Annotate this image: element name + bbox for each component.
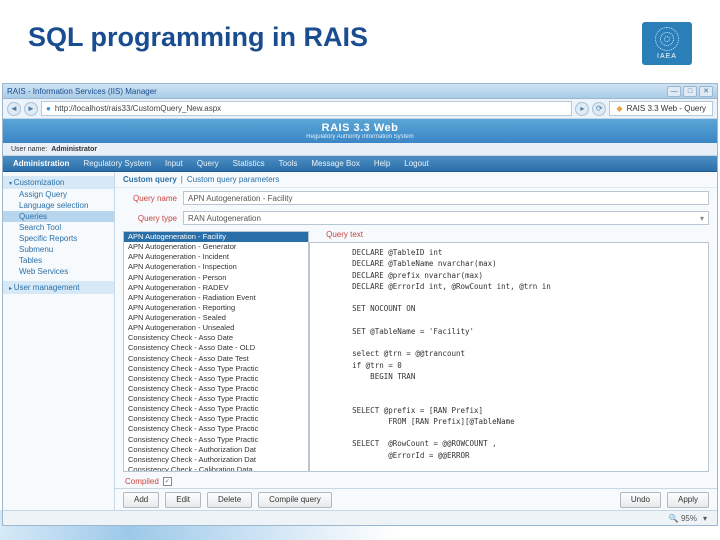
minimize-button[interactable]: — xyxy=(667,86,681,97)
list-item[interactable]: APN Autogeneration - Sealed xyxy=(124,313,308,323)
list-item[interactable]: APN Autogeneration - Incident xyxy=(124,252,308,262)
menu-query[interactable]: Query xyxy=(197,159,219,168)
sidebar-section-customization[interactable]: Customization xyxy=(3,176,114,189)
undo-button[interactable]: Undo xyxy=(620,492,661,508)
apply-button[interactable]: Apply xyxy=(667,492,709,508)
forward-button[interactable]: ► xyxy=(24,102,38,116)
iaea-logo: IAEA xyxy=(642,22,692,65)
address-bar[interactable]: ●http://localhost/rais33/CustomQuery_New… xyxy=(41,101,572,116)
breadcrumb: Custom query | Custom query parameters xyxy=(115,172,717,188)
back-button[interactable]: ◄ xyxy=(7,102,21,116)
maximize-button[interactable]: □ xyxy=(683,86,697,97)
app-header: RAIS 3.3 Web Regulatory Authority Inform… xyxy=(3,119,717,143)
menu-regulatory-system[interactable]: Regulatory System xyxy=(83,159,151,168)
user-info: User name:Administrator xyxy=(3,143,717,156)
label-compiled: Compiled xyxy=(125,477,159,486)
main-menu: Administration Regulatory System Input Quer… xyxy=(3,156,717,172)
list-item[interactable]: APN Autogeneration - Unsealed xyxy=(124,323,308,333)
window-title: RAIS - Information Services (IIS) Manage… xyxy=(7,87,157,96)
list-item[interactable]: APN Autogeneration - Person xyxy=(124,273,308,283)
close-button[interactable]: ✕ xyxy=(699,86,713,97)
delete-button[interactable]: Delete xyxy=(207,492,252,508)
sidebar-item-specific-reports[interactable]: Specific Reports xyxy=(3,233,114,244)
compiled-checkbox[interactable]: ✓ xyxy=(163,477,172,486)
list-item[interactable]: Consistency Check - Asso Type Practic xyxy=(124,374,308,384)
list-item[interactable]: APN Autogeneration - Generator xyxy=(124,242,308,252)
menu-help[interactable]: Help xyxy=(374,159,390,168)
label-query-type: Query type xyxy=(123,214,177,223)
menu-statistics[interactable]: Statistics xyxy=(233,159,265,168)
slide-title: SQL programming in RAIS xyxy=(28,22,368,53)
menu-message-box[interactable]: Message Box xyxy=(311,159,359,168)
edit-button[interactable]: Edit xyxy=(165,492,201,508)
label-query-text: Query text xyxy=(309,228,363,239)
browser-window: RAIS - Information Services (IIS) Manage… xyxy=(2,83,718,526)
list-item[interactable]: APN Autogeneration - Inspection xyxy=(124,262,308,272)
sidebar-section-usermgmt[interactable]: User management xyxy=(3,281,114,294)
menu-input[interactable]: Input xyxy=(165,159,183,168)
browser-statusbar: 🔍 95%▾ xyxy=(3,510,717,525)
sidebar-item-search-tool[interactable]: Search Tool xyxy=(3,222,114,233)
tab-custom-query-params[interactable]: Custom query parameters xyxy=(187,175,279,184)
favicon-icon: ◆ xyxy=(616,104,622,113)
list-item[interactable]: Consistency Check - Asso Type Practic xyxy=(124,404,308,414)
list-item[interactable]: Consistency Check - Asso Type Practic xyxy=(124,384,308,394)
label-query-name: Query name xyxy=(123,194,177,203)
menu-tools[interactable]: Tools xyxy=(279,159,298,168)
window-titlebar: RAIS - Information Services (IIS) Manage… xyxy=(3,84,717,99)
zoom-indicator[interactable]: 🔍 95% xyxy=(669,514,697,523)
list-item[interactable]: Consistency Check - Asso Type Practic xyxy=(124,364,308,374)
list-item[interactable]: Consistency Check - Asso Type Practic xyxy=(124,414,308,424)
list-item[interactable]: APN Autogeneration - Radiation Event xyxy=(124,293,308,303)
list-item[interactable]: Consistency Check - Asso Date Test xyxy=(124,354,308,364)
query-name-input[interactable]: APN Autogeneration - Facility xyxy=(183,191,709,205)
list-item[interactable]: Consistency Check - Authorization Dat xyxy=(124,445,308,455)
atom-icon xyxy=(655,27,679,51)
sidebar-item-language-selection[interactable]: Language selection xyxy=(3,200,114,211)
list-item[interactable]: APN Autogeneration - RADEV xyxy=(124,283,308,293)
menu-logout[interactable]: Logout xyxy=(404,159,428,168)
query-text-editor[interactable]: DECLARE @TableID int DECLARE @TableName … xyxy=(309,242,709,472)
query-list[interactable]: APN Autogeneration - FacilityAPN Autogen… xyxy=(123,231,309,472)
list-item[interactable]: Consistency Check - Asso Type Practic xyxy=(124,394,308,404)
sidebar-item-assign-query[interactable]: Assign Query xyxy=(3,189,114,200)
compile-button[interactable]: Compile query xyxy=(258,492,332,508)
list-item[interactable]: Consistency Check - Calibration Data xyxy=(124,465,308,472)
list-item[interactable]: APN Autogeneration - Reporting xyxy=(124,303,308,313)
list-item[interactable]: Consistency Check - Authorization Dat xyxy=(124,455,308,465)
list-item[interactable]: Consistency Check - Asso Date xyxy=(124,333,308,343)
sidebar-item-web-services[interactable]: Web Services xyxy=(3,266,114,277)
button-bar: Add Edit Delete Compile query Undo Apply xyxy=(115,488,717,510)
add-button[interactable]: Add xyxy=(123,492,159,508)
tab-custom-query[interactable]: Custom query xyxy=(123,175,177,184)
menu-administration[interactable]: Administration xyxy=(13,159,69,168)
sidebar-item-submenu[interactable]: Submenu xyxy=(3,244,114,255)
refresh-button[interactable]: ⟳ xyxy=(592,102,606,116)
list-item[interactable]: Consistency Check - Asso Type Practic xyxy=(124,435,308,445)
list-item[interactable]: Consistency Check - Asso Date - OLD xyxy=(124,343,308,353)
globe-icon: ● xyxy=(46,104,51,113)
sidebar-item-tables[interactable]: Tables xyxy=(3,255,114,266)
list-item[interactable]: APN Autogeneration - Facility xyxy=(124,232,308,242)
go-button[interactable]: ▸ xyxy=(575,102,589,116)
sidebar-item-queries[interactable]: Queries xyxy=(3,211,114,222)
browser-tab[interactable]: ◆RAIS 3.3 Web - Query xyxy=(609,101,713,116)
list-item[interactable]: Consistency Check - Asso Type Practic xyxy=(124,424,308,434)
sidebar: Customization Assign QueryLanguage selec… xyxy=(3,172,115,510)
query-type-select[interactable]: RAN Autogeneration xyxy=(183,211,709,225)
